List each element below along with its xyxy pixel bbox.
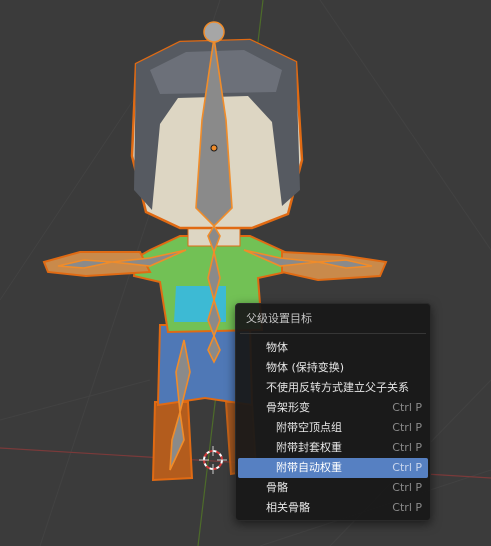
menu-list: 物体 物体 (保持变换) 不使用反转方式建立父子关系 骨架形变 Ctrl P 附… bbox=[238, 338, 428, 518]
menu-item-shortcut: Ctrl P bbox=[392, 401, 422, 414]
menu-item-label: 不使用反转方式建立父子关系 bbox=[266, 381, 409, 394]
menu-separator bbox=[240, 333, 426, 334]
menu-item-bone-relative[interactable]: 相关骨骼 Ctrl P bbox=[238, 498, 428, 518]
menu-item-with-envelope-weights[interactable]: 附带封套权重 Ctrl P bbox=[238, 438, 428, 458]
object-origin-icon[interactable] bbox=[210, 144, 218, 152]
menu-item-label: 相关骨骼 bbox=[266, 501, 310, 514]
cursor-3d-icon[interactable] bbox=[199, 446, 227, 474]
menu-item-with-automatic-weights[interactable]: 附带自动权重 Ctrl P bbox=[238, 458, 428, 478]
menu-item-with-empty-groups[interactable]: 附带空顶点组 Ctrl P bbox=[238, 418, 428, 438]
menu-item-shortcut: Ctrl P bbox=[392, 441, 422, 454]
menu-item-object-without-inverse[interactable]: 不使用反转方式建立父子关系 bbox=[238, 378, 428, 398]
bone-head-icon[interactable] bbox=[203, 21, 225, 43]
menu-item-object-keep-transform[interactable]: 物体 (保持变换) bbox=[238, 358, 428, 378]
menu-item-label: 附带空顶点组 bbox=[276, 421, 342, 434]
menu-item-label: 物体 (保持变换) bbox=[266, 361, 345, 374]
menu-item-armature-deform[interactable]: 骨架形变 Ctrl P bbox=[238, 398, 428, 418]
menu-item-object[interactable]: 物体 bbox=[238, 338, 428, 358]
menu-item-label: 骨架形变 bbox=[266, 401, 310, 414]
menu-item-bone[interactable]: 骨骼 Ctrl P bbox=[238, 478, 428, 498]
menu-item-label: 附带封套权重 bbox=[276, 441, 342, 454]
parent-context-menu: 父级设置目标 物体 物体 (保持变换) 不使用反转方式建立父子关系 骨架形变 C… bbox=[235, 303, 431, 521]
menu-item-label: 骨骼 bbox=[266, 481, 288, 494]
menu-item-shortcut: Ctrl P bbox=[392, 501, 422, 514]
menu-item-shortcut: Ctrl P bbox=[392, 481, 422, 494]
menu-title: 父级设置目标 bbox=[246, 312, 312, 325]
menu-item-label: 物体 bbox=[266, 341, 288, 354]
menu-item-shortcut: Ctrl P bbox=[392, 461, 422, 474]
menu-item-label: 附带自动权重 bbox=[276, 461, 342, 474]
menu-item-shortcut: Ctrl P bbox=[392, 421, 422, 434]
